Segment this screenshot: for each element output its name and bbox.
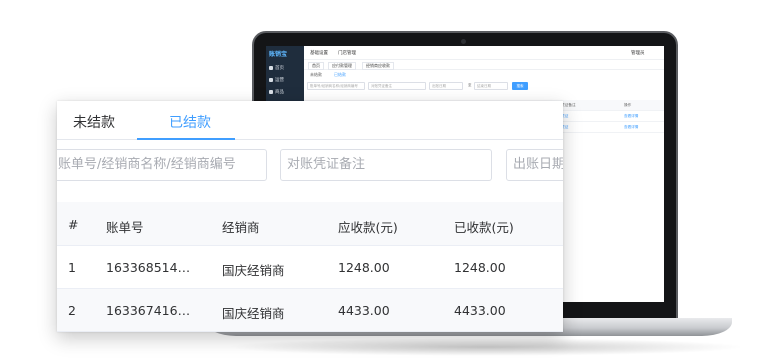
table-row[interactable]: 2 16336741654... 国庆经销商 4433.00 4433.00 (57, 289, 563, 332)
mini-logo: 账销宝 (269, 51, 288, 58)
table-header: # 账单号 经销商 应收款(元) 已收款(元) (57, 202, 563, 246)
mini-subtabs: 未结款 已结款 (304, 70, 664, 80)
mini-topbar: 基础设置 门店管理 管理员 (304, 46, 664, 60)
cell-dealer: 国庆经销商 (222, 306, 285, 321)
mini-user[interactable]: 管理员 (631, 50, 645, 56)
mini-tab[interactable]: 经销商应收款 (362, 62, 394, 70)
bill-date-input[interactable]: 出账日期 (506, 149, 563, 181)
cell-receivable: 1248.00 (338, 260, 390, 275)
cell-dealer: 国庆经销商 (222, 263, 285, 278)
header-receivable: 应收款(元) (338, 220, 398, 235)
mini-end-date-input[interactable]: 结束日期 (474, 82, 508, 90)
tab-settled[interactable]: 已结款 (169, 112, 211, 132)
mini-subtab[interactable]: 已结款 (334, 72, 346, 78)
cell-bill-no: 16336741654... (106, 303, 196, 318)
home-icon (269, 65, 273, 70)
mini-tab[interactable]: 应付款管理 (328, 62, 356, 70)
cell-index: 1 (68, 260, 76, 275)
mini-filters: 账单号/经销商名称/经销商编号 对账凭证备注 出账日期 至 结束日期 搜索 (304, 82, 664, 92)
tab-bar: 未结款 已结款 (57, 101, 563, 140)
mini-nav-item[interactable]: 运营 (269, 77, 284, 83)
cell-received: 1248.00 (454, 260, 506, 275)
header-received: 已收款(元) (454, 220, 514, 235)
mini-search-button[interactable]: 搜索 (512, 82, 528, 90)
cell-receivable: 4433.00 (338, 303, 390, 318)
mini-subtab[interactable]: 未结款 (310, 72, 322, 78)
tab-active-indicator (137, 138, 235, 140)
zoom-card: 未结款 已结款 账单号/经销商名称/经销商编号 对账凭证备注 出账日期 # 账单… (57, 101, 563, 332)
mini-tab[interactable]: 首页 (308, 62, 324, 70)
operation-icon (269, 77, 273, 82)
header-bill-no: 账单号 (106, 220, 144, 235)
mini-to-label: 至 (468, 83, 472, 87)
tab-unsettled[interactable]: 未结款 (73, 112, 115, 132)
mini-nav-item[interactable]: 商品 (269, 89, 284, 95)
mini-top-item[interactable]: 基础设置 (310, 50, 328, 56)
header-index: # (68, 217, 79, 232)
cell-bill-no: 16336851419... (106, 260, 196, 275)
cell-received: 4433.00 (454, 303, 506, 318)
table-row[interactable]: 1 16336851419... 国庆经销商 1248.00 1248.00 (57, 246, 563, 289)
mini-nav-item[interactable]: 首页 (269, 65, 284, 71)
header-dealer: 经销商 (222, 220, 260, 235)
bill-search-input[interactable]: 账单号/经销商名称/经销商编号 (57, 149, 267, 181)
camera-dot (461, 39, 466, 44)
goods-icon (269, 89, 273, 94)
mini-date-input[interactable]: 出账日期 (429, 82, 463, 90)
voucher-note-input[interactable]: 对账凭证备注 (280, 149, 492, 181)
mini-tabbar: 首页 应付款管理 经销商应收款 (304, 60, 664, 70)
laptop-shadow (226, 338, 746, 356)
mini-top-item[interactable]: 门店管理 (338, 50, 356, 56)
mini-search-input[interactable]: 账单号/经销商名称/经销商编号 (307, 82, 365, 90)
mini-note-input[interactable]: 对账凭证备注 (368, 82, 426, 90)
cell-index: 2 (68, 303, 76, 318)
